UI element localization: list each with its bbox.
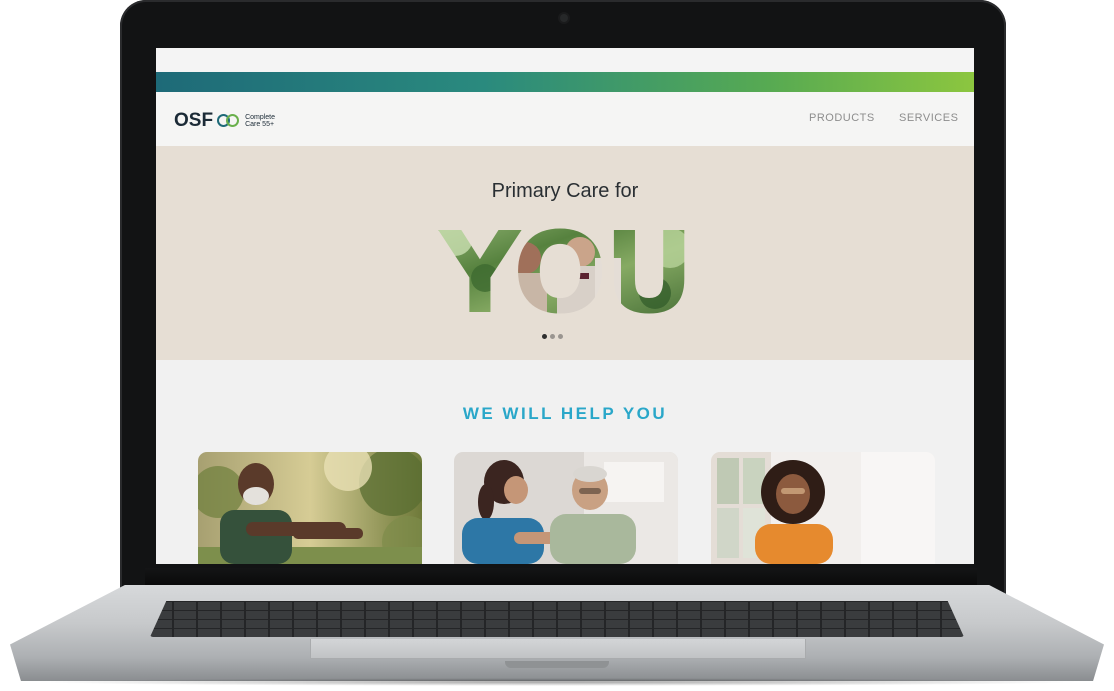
card-2-photo xyxy=(454,452,678,564)
logo-rings-icon xyxy=(217,114,241,128)
nav-link-products[interactable]: PRODUCTS xyxy=(809,112,875,124)
help-card-2[interactable] xyxy=(454,452,678,564)
card-1-photo xyxy=(198,452,422,564)
carousel-dot-2[interactable] xyxy=(550,334,555,339)
help-card-1[interactable] xyxy=(198,452,422,564)
card-3-photo xyxy=(711,452,935,564)
floor-shadow xyxy=(30,678,1084,686)
logo-subtext: Complete Care 55+ xyxy=(245,114,275,128)
carousel-dots xyxy=(542,334,563,339)
laptop-keyboard xyxy=(150,601,964,637)
hero-big-word-text: YOU xyxy=(437,218,690,318)
nav-link-services[interactable]: SERVICES xyxy=(899,112,958,124)
brand-gradient-bar xyxy=(156,72,974,92)
section-title: WE WILL HELP YOU xyxy=(462,404,668,423)
hero-you-photo-text: YOU xyxy=(437,209,694,339)
logo-line-1: Complete xyxy=(245,114,276,121)
webcam-icon xyxy=(560,14,568,22)
site-logo[interactable]: OSF Complete Care 55+ xyxy=(174,110,275,132)
logo-brand: OSF xyxy=(174,110,214,131)
hero-big-word: YOU xyxy=(425,209,705,339)
hero-title: Primary Care for xyxy=(491,180,639,202)
logo-line-2: Care 55+ xyxy=(245,121,275,128)
site-header: OSF Complete Care 55+ PRODUCTS SERVICES xyxy=(156,92,974,146)
laptop-lip xyxy=(505,661,609,668)
laptop-trackpad xyxy=(310,639,806,659)
carousel-dot-1[interactable] xyxy=(542,334,547,339)
browser-top xyxy=(156,48,974,72)
laptop-screen: OSF Complete Care 55+ PRODUCTS SERVICES … xyxy=(156,48,974,564)
carousel-dot-3[interactable] xyxy=(558,334,563,339)
help-card-3[interactable] xyxy=(711,452,935,564)
hero-banner: Primary Care for YOU xyxy=(156,146,974,360)
